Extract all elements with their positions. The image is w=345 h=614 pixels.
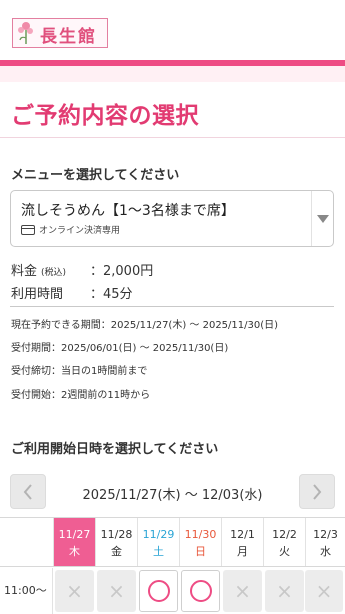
- duration-value: ：45分: [90, 287, 133, 302]
- site-header: 長生館: [0, 0, 345, 60]
- reception-period: 受付期間：2025/06/01(日) 〜 2025/11/30(日): [11, 343, 229, 354]
- day-of-week: 日: [195, 545, 206, 558]
- reception-deadline: 受付締切：当日の1時間前まで: [11, 366, 148, 377]
- reception-start: 受付開始：2週間前の11時から: [11, 390, 151, 401]
- site-logo[interactable]: 長生館: [12, 18, 108, 52]
- slot-unavailable: ×: [305, 570, 343, 612]
- divider: [10, 306, 334, 307]
- date-navigator: 2025/11/27(木) 〜 12/03(水): [10, 474, 335, 510]
- date-range: 2025/11/27(木) 〜 12/03(水): [82, 488, 263, 503]
- available-circle-icon: [147, 580, 170, 602]
- price-label-text: 料金: [11, 264, 38, 279]
- selected-menu-name: 流しそうめん【1〜3名様まで席】: [21, 203, 235, 219]
- day-header[interactable]: 11/28 金: [95, 518, 137, 566]
- day-date: 11/28: [100, 528, 133, 541]
- time-slot-row: 11:00〜 × × × × ×: [0, 568, 345, 614]
- day-header[interactable]: 12/1 月: [221, 518, 263, 566]
- slot-available[interactable]: [181, 570, 220, 612]
- day-of-week: 水: [320, 545, 331, 558]
- price-tax-note: (税込): [41, 268, 67, 278]
- menu-select[interactable]: 流しそうめん【1〜3名様まで席】 オンライン決済専用: [10, 190, 334, 247]
- day-date: 12/1: [230, 528, 255, 541]
- slot-unavailable-mark: ×: [276, 579, 293, 603]
- day-date: 12/3: [313, 528, 338, 541]
- logo-text: 長生館: [40, 27, 97, 47]
- day-header[interactable]: 11/30 日: [179, 518, 221, 566]
- payment-note-text: オンライン決済専用: [39, 226, 121, 236]
- day-date: 11/30: [184, 528, 217, 541]
- day-header[interactable]: 11/27 木: [53, 518, 95, 566]
- day-of-week: 火: [279, 545, 290, 558]
- flower-logo-icon: [18, 22, 33, 44]
- caret-down-icon: [317, 215, 329, 223]
- calendar-header: 11/27 木 11/28 金 11/29 土 11/30 日 12/1 月 12/2 火 …: [0, 517, 345, 567]
- slot-unavailable-mark: ×: [66, 579, 83, 603]
- slot-unavailable: ×: [97, 570, 136, 612]
- day-of-week: 木: [69, 545, 80, 558]
- menu-section-label: メニューを選択してください: [11, 168, 180, 183]
- day-header[interactable]: 12/3 水: [305, 518, 345, 566]
- day-of-week: 土: [153, 545, 164, 558]
- page-title: ご予約内容の選択: [11, 103, 199, 129]
- day-of-week: 月: [237, 545, 248, 558]
- day-header[interactable]: 11/29 土: [137, 518, 179, 566]
- day-header[interactable]: 12/2 火: [263, 518, 305, 566]
- slot-unavailable-mark: ×: [108, 579, 125, 603]
- day-date: 11/29: [142, 528, 175, 541]
- available-circle-icon: [189, 580, 212, 602]
- slot-available[interactable]: [139, 570, 178, 612]
- day-of-week: 金: [111, 545, 122, 558]
- time-label: 11:00〜: [0, 568, 53, 614]
- slot-unavailable: ×: [223, 570, 262, 612]
- duration-label: 利用時間: [11, 287, 64, 302]
- payment-note: オンライン決済専用: [21, 223, 120, 236]
- date-section-label: ご利用開始日時を選択してください: [11, 442, 219, 457]
- time-column-header: [0, 518, 53, 566]
- divider: [0, 137, 345, 138]
- day-date: 11/27: [58, 528, 91, 541]
- next-week-button[interactable]: [299, 474, 335, 509]
- chevron-right-icon: [313, 483, 322, 500]
- day-date: 12/2: [272, 528, 297, 541]
- bookable-period: 現在予約できる期間：2025/11/27(木) 〜 2025/11/30(日): [11, 320, 279, 331]
- price-value: ：2,000円: [90, 264, 154, 279]
- slot-unavailable-mark: ×: [315, 579, 333, 603]
- slot-unavailable-mark: ×: [234, 579, 251, 603]
- dropdown-toggle[interactable]: [311, 191, 333, 246]
- credit-card-icon: [21, 224, 35, 235]
- slot-unavailable: ×: [265, 570, 304, 612]
- slot-unavailable: ×: [55, 570, 94, 612]
- price-label: 料金 (税込): [11, 260, 66, 279]
- header-band: [0, 66, 345, 82]
